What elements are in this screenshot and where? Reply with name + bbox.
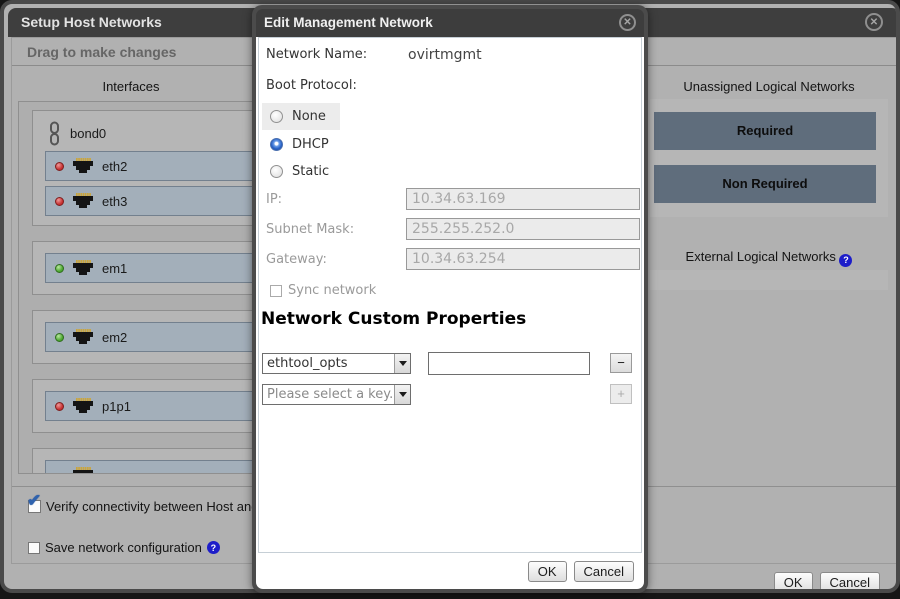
sync-network-row: Sync network bbox=[270, 283, 376, 298]
nic-icon bbox=[72, 260, 94, 276]
ip-label: IP: bbox=[266, 192, 282, 207]
interface-name: p1p1 bbox=[102, 399, 131, 414]
interface-name: eth3 bbox=[102, 194, 127, 209]
radio-static[interactable]: Static bbox=[262, 158, 343, 185]
main-dialog-footer: OK Cancel bbox=[774, 572, 880, 593]
radio-icon bbox=[270, 110, 283, 123]
property-value-input[interactable] bbox=[428, 352, 590, 375]
status-icon bbox=[55, 471, 64, 475]
network-item-non-required[interactable]: Non Required bbox=[654, 165, 876, 203]
modal-title: Edit Management Network bbox=[264, 15, 433, 30]
sync-network-checkbox bbox=[270, 285, 282, 297]
combo-arrow-button[interactable] bbox=[394, 385, 410, 404]
ok-button[interactable]: OK bbox=[774, 572, 813, 593]
interfaces-header: Interfaces bbox=[18, 79, 244, 94]
radio-static-label: Static bbox=[292, 164, 329, 179]
chevron-down-icon bbox=[399, 361, 407, 366]
unassigned-networks-panel: Required Non Required bbox=[650, 99, 888, 217]
modal-ok-button[interactable]: OK bbox=[528, 561, 567, 582]
help-icon[interactable]: ? bbox=[207, 541, 220, 554]
radio-none-label: None bbox=[292, 109, 326, 124]
radio-dhcp-label: DHCP bbox=[292, 137, 329, 152]
boot-protocol-label: Boot Protocol: bbox=[266, 78, 357, 93]
status-up-icon bbox=[55, 264, 64, 273]
status-up-icon bbox=[55, 333, 64, 342]
status-down-icon bbox=[55, 197, 64, 206]
property-key-placeholder-select[interactable]: Please select a key... bbox=[262, 384, 411, 405]
save-network-config-label: Save network configuration bbox=[45, 540, 202, 555]
interface-name: eth2 bbox=[102, 159, 127, 174]
property-key-select[interactable]: ethtool_opts bbox=[262, 353, 411, 374]
modal-footer: OK Cancel bbox=[528, 561, 634, 582]
gateway-field bbox=[406, 248, 640, 270]
nic-icon bbox=[72, 193, 94, 209]
ip-field bbox=[406, 188, 640, 210]
subnet-mask-field bbox=[406, 218, 640, 240]
external-networks-panel bbox=[650, 270, 888, 290]
nic-icon bbox=[72, 398, 94, 414]
sync-network-label: Sync network bbox=[288, 283, 376, 298]
network-name-label: Network Name: bbox=[266, 47, 367, 62]
chevron-down-icon bbox=[399, 392, 407, 397]
modal-body: Network Name: ovirtmgmt Boot Protocol: N… bbox=[256, 37, 644, 589]
chain-link-icon bbox=[49, 121, 60, 146]
status-down-icon bbox=[55, 402, 64, 411]
modal-cancel-button[interactable]: Cancel bbox=[574, 561, 634, 582]
network-name-value: ovirtmgmt bbox=[408, 47, 482, 63]
nic-icon bbox=[72, 158, 94, 174]
add-property-button: + bbox=[610, 384, 632, 404]
save-network-config-checkbox[interactable] bbox=[28, 542, 40, 554]
radio-selected-icon bbox=[270, 138, 283, 151]
radio-dhcp[interactable]: DHCP bbox=[262, 131, 343, 158]
property-key-placeholder: Please select a key... bbox=[263, 385, 394, 404]
combo-arrow-button[interactable] bbox=[394, 354, 410, 373]
cancel-button[interactable]: Cancel bbox=[820, 572, 880, 593]
dialog-title: Setup Host Networks bbox=[21, 14, 162, 30]
custom-properties-heading: Network Custom Properties bbox=[261, 309, 526, 329]
bond-name: bond0 bbox=[70, 126, 106, 141]
save-network-config-row: Save network configuration ? bbox=[28, 540, 220, 555]
radio-none[interactable]: None bbox=[262, 103, 340, 130]
remove-property-button[interactable]: − bbox=[610, 353, 632, 373]
gateway-label: Gateway: bbox=[266, 252, 327, 267]
check-icon: ✔ bbox=[27, 491, 41, 511]
close-icon[interactable]: ✕ bbox=[619, 14, 636, 31]
close-icon[interactable]: ✕ bbox=[865, 13, 883, 31]
nic-icon bbox=[72, 467, 94, 474]
status-down-icon bbox=[55, 162, 64, 171]
interface-name: em1 bbox=[102, 261, 127, 276]
external-networks-header: External Logical Networks ? bbox=[650, 249, 888, 267]
verify-connectivity-row: ✔ Verify connectivity between Host and bbox=[28, 499, 258, 514]
help-icon[interactable]: ? bbox=[839, 254, 852, 267]
verify-connectivity-checkbox[interactable]: ✔ bbox=[28, 500, 41, 513]
interface-name: em2 bbox=[102, 330, 127, 345]
nic-icon bbox=[72, 329, 94, 345]
property-key-value: ethtool_opts bbox=[263, 354, 394, 373]
unassigned-networks-header: Unassigned Logical Networks bbox=[650, 79, 888, 94]
network-item-required[interactable]: Required bbox=[654, 112, 876, 150]
radio-icon bbox=[270, 165, 283, 178]
subnet-mask-label: Subnet Mask: bbox=[266, 222, 354, 237]
edit-management-network-dialog: Edit Management Network ✕ Network Name: … bbox=[252, 5, 648, 593]
verify-connectivity-label: Verify connectivity between Host and bbox=[46, 499, 258, 514]
modal-titlebar: Edit Management Network ✕ bbox=[256, 9, 644, 37]
